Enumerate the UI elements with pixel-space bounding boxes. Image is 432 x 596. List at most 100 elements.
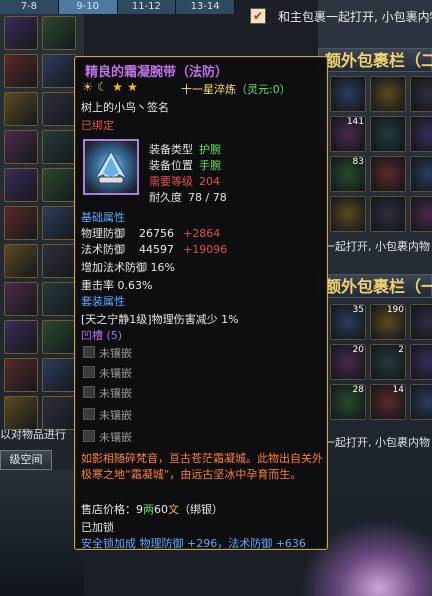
bag-tab-11-12[interactable]: 11-12 (117, 0, 177, 14)
bag-slot[interactable] (4, 130, 38, 164)
bag-slot[interactable] (42, 320, 76, 354)
socket-box (83, 408, 95, 420)
frame-bottom (0, 470, 84, 596)
bag-slot[interactable] (4, 16, 38, 50)
extra-bag-slot[interactable] (410, 76, 432, 112)
bag-slot[interactable] (42, 244, 76, 278)
extra-bag-slot[interactable] (410, 304, 432, 340)
extra-bag-slot[interactable] (410, 156, 432, 192)
extra-bag-slot[interactable] (410, 344, 432, 380)
extra-bag-slot[interactable] (370, 196, 406, 232)
extra-bag-slot[interactable] (410, 196, 432, 232)
set-bonus: [天之宁静1级]物理伤害减少 1% (81, 313, 239, 326)
extra-bag-slot[interactable]: 190 (370, 304, 406, 340)
item-lore: 如影相随碎梵音，亘古苍茫霜凝城。此物出自关外极寒之地“霜凝城”，由远古坚冰中孕育… (81, 452, 323, 481)
bracer-icon (83, 139, 139, 195)
refine-level: 十一星淬炼（灵元:0） (181, 81, 291, 97)
bag-slot[interactable] (4, 54, 38, 88)
extra-bag-slot[interactable]: 141 (330, 116, 366, 152)
price-label: 售店价格： (81, 503, 136, 516)
checkbox-open-with-main[interactable]: ✔ (250, 8, 266, 24)
extra-bag-slot[interactable] (330, 196, 366, 232)
socket-box (83, 430, 95, 442)
extra-bag-slot[interactable]: 14 (370, 384, 406, 420)
set-attr-header: 套装属性 (81, 295, 125, 308)
star-rating: ☀ ☾ ★ ★ (81, 81, 141, 94)
bag-slot[interactable] (42, 130, 76, 164)
bag-slot[interactable] (4, 396, 38, 430)
extra-bag-slot[interactable]: 35 (330, 304, 366, 340)
stack-count: 2 (398, 345, 404, 355)
bound-status: 已绑定 (81, 119, 114, 132)
price-silver: 60 (154, 503, 168, 516)
bag-slot[interactable] (4, 206, 38, 240)
open-with-main-bag-row[interactable]: ✔ 和主包裹一起打开, 小包裹内物 (246, 6, 432, 26)
extra-bag-slot[interactable] (370, 76, 406, 112)
price-bound: （绑银） (179, 503, 223, 516)
bag-slot[interactable] (42, 16, 76, 50)
extra-bag-slot[interactable]: 28 (330, 384, 366, 420)
bag-tabs: 7-8 9-10 11-12 13-14 (0, 0, 235, 14)
extra-bag-slot[interactable] (370, 156, 406, 192)
bag-slot[interactable] (42, 168, 76, 202)
bag-slot[interactable] (4, 282, 38, 316)
magic-def-bonus: +19096 (183, 243, 228, 256)
stack-count: 20 (352, 345, 364, 355)
bag-slot[interactable] (42, 396, 76, 430)
bag-tab-7-8[interactable]: 7-8 (0, 0, 59, 14)
maker-signature: 树上的小鸟丶签名 (81, 101, 169, 114)
extra-bag-slot[interactable]: 20 (330, 344, 366, 380)
bag-tab-13-14[interactable]: 13-14 (176, 0, 235, 14)
bag-tab-9-10[interactable]: 9-10 (58, 0, 118, 14)
extra-bag-slot[interactable] (410, 116, 432, 152)
checkbox-label: 和主包裹一起打开, 小包裹内物 (278, 10, 432, 24)
bag-slot[interactable] (42, 358, 76, 392)
bag-hint-text: 以对物品进行 (0, 428, 66, 441)
spirit-text: （灵元:0） (236, 83, 291, 96)
basic-attr-header: 基础属性 (81, 211, 125, 224)
bag-slot[interactable] (4, 168, 38, 202)
bag-slot[interactable] (42, 282, 76, 316)
shop-price: 售店价格：9两60文（绑银） (81, 501, 223, 517)
bag-slot[interactable] (4, 320, 38, 354)
req-level-row: 需要等级 204 (149, 173, 220, 189)
bag-slot[interactable] (42, 92, 76, 126)
req-level-value: 204 (199, 175, 220, 188)
extra-bag-slot[interactable]: 2 (370, 344, 406, 380)
stack-count: 14 (392, 385, 404, 395)
expand-space-button[interactable]: 级空间 (0, 450, 52, 470)
magic-def-increase: 增加法术防御 16% (81, 261, 175, 274)
extra-bag-note-2: 一起打开, 小包裹内物 (324, 436, 430, 449)
extra-bag-header-2: 额外包裹栏（二 (318, 48, 432, 72)
extra-bag-slot[interactable] (330, 76, 366, 112)
refine-text: 十一星淬炼 (181, 83, 236, 96)
price-unit-gold: 两 (143, 503, 154, 516)
moon-icon: ☾ (97, 80, 108, 94)
sun-icon: ☀ (82, 80, 93, 94)
item-slot-value: 手腕 (199, 159, 221, 172)
item-slot-label: 装备位置 (149, 159, 193, 172)
socket-box (83, 386, 95, 398)
stack-count: 141 (346, 117, 364, 127)
durability-value: 78 / 78 (188, 191, 227, 204)
safety-lock-bonus: 安全锁加成 物理防御 +296，法术防御 +636 (81, 537, 306, 550)
extra-bag-slot[interactable] (410, 384, 432, 420)
bag-slot[interactable] (4, 92, 38, 126)
stack-count: 190 (386, 305, 404, 315)
socket-text: 未镶嵌 (99, 367, 132, 380)
item-title: 精良的霜凝腕带（法防） (85, 65, 229, 80)
item-type-value: 护腕 (199, 143, 221, 156)
durability-row: 耐久度 78 / 78 (149, 189, 227, 205)
item-type-label: 装备类型 (149, 143, 193, 156)
extra-bag-slot[interactable] (370, 116, 406, 152)
socket-text: 未镶嵌 (99, 431, 132, 444)
magic-def-row: 法术防御 44597 +19096 (81, 241, 227, 257)
bag-slot[interactable] (4, 244, 38, 278)
price-gold: 9 (136, 503, 143, 516)
bag-slot[interactable] (42, 54, 76, 88)
extra-bag-slot[interactable]: 83 (330, 156, 366, 192)
bag-slot[interactable] (4, 358, 38, 392)
socket-header: 凹槽 (5) (81, 329, 123, 342)
item-slot-row: 装备位置 手腕 (149, 157, 221, 173)
bag-slot[interactable] (42, 206, 76, 240)
